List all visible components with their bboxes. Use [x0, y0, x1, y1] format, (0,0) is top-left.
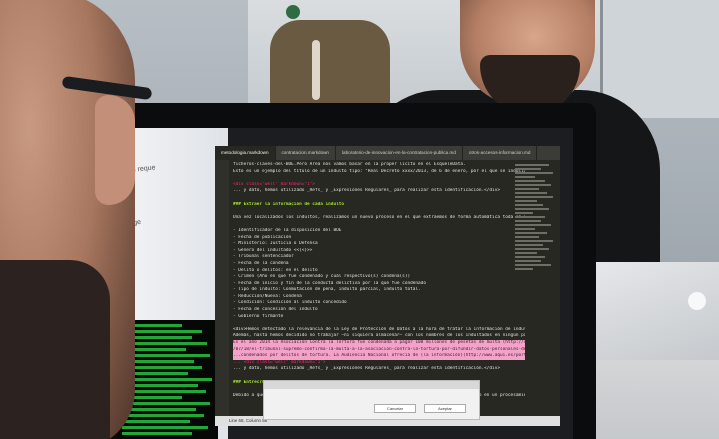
- editor-minimap[interactable]: [515, 164, 555, 274]
- code-line: - Fecha de concesión del indulto: [233, 307, 318, 313]
- green-magnet: [286, 5, 300, 19]
- code-line: - Crimen (Año en que fue condenado y cuá…: [233, 274, 411, 280]
- hanging-jacket: [270, 20, 390, 110]
- editor-tab[interactable]: metodologia.markdown: [215, 146, 276, 160]
- code-line: - Delito o delitos: en el delito: [233, 267, 318, 273]
- code-line: - Tipo de indulto: Conmutación de pena, …: [233, 287, 421, 293]
- code-line: Además, hasta hemos decidido no trabajar…: [233, 333, 525, 339]
- dialog-ok-button[interactable]: Aceptar: [424, 404, 466, 413]
- code-line: - Fecha de la condena: [233, 260, 289, 266]
- line-number-gutter: [215, 160, 229, 416]
- cursor-position-status: Line 68, Column 58: [229, 418, 268, 423]
- code-line: ... y dato, hemos utilizado _Refs_ y _Ex…: [233, 188, 500, 194]
- editor-tab[interactable]: contratacion.markdown: [276, 146, 336, 160]
- code-line: ...condenados por delitos de tortura. La…: [233, 353, 525, 360]
- code-line: - Fecha de inicio y fin de la conducta d…: [233, 280, 426, 286]
- code-line: Esto es un ejemplo del título de un indu…: [233, 168, 525, 174]
- editor-tab[interactable]: otros-accesos-informacion.md: [463, 146, 538, 160]
- dialog-box: Cancelar Aceptar: [263, 380, 480, 420]
- code-line: - Reducción/Nueva: Condena: [233, 293, 302, 299]
- editor-tab[interactable]: laboratorio-de-innovacion-en-la-contrata…: [336, 146, 463, 160]
- code-line: Es el año 2014 la Asociación Contra la T…: [233, 340, 525, 347]
- code-line: ficheros-claves-del-BOE.Pero Area nos va…: [233, 162, 466, 167]
- foreground-person-beard: [0, 260, 110, 439]
- code-line: <div>Hemos detectado la relevancia de la…: [233, 326, 525, 332]
- foreground-person-ear: [95, 95, 135, 205]
- code-line: Una vez localizados los indultos, realiz…: [233, 214, 525, 220]
- apple-logo-icon: [688, 292, 706, 310]
- code-line: ... <div class="well" markdown="1">: [233, 359, 326, 365]
- photo-scene: Pull reque stringe metodologia.markdownc…: [0, 0, 719, 439]
- code-line: <div class="well" markdown="1">: [233, 181, 315, 187]
- code-line: - Género del indultado <<{<}>>: [233, 247, 313, 253]
- code-line: - Gobierno firmante: [233, 313, 284, 319]
- code-line: ... y dato, hemos utilizado _Refs_ y _Ex…: [233, 366, 500, 372]
- dialog-cancel-button[interactable]: Cancelar: [374, 404, 416, 413]
- code-line: /07/18/el-tribunal-supremo-confirma-la-m…: [233, 346, 525, 354]
- code-line: - Fecha de publicación: [233, 234, 292, 240]
- dialog-title-bar: [264, 381, 479, 389]
- code-line: - Ministerio: Justicia o Defensa: [233, 241, 318, 247]
- code-line: - Identificador de la disposición del BO…: [233, 227, 342, 233]
- code-line: - Condición: Condición al indulto conced…: [233, 300, 347, 306]
- jacket-stripe: [312, 40, 320, 100]
- editor-tab-bar: metodologia.markdown contratacion.markdow…: [215, 146, 560, 160]
- code-line: - Tribunal sentenciador: [233, 254, 294, 260]
- laptop: [585, 262, 719, 360]
- code-line: ### Extraer la información de cada indul…: [233, 201, 345, 207]
- editor-text-area[interactable]: ficheros-claves-del-BOE.Pero Area nos va…: [233, 162, 525, 416]
